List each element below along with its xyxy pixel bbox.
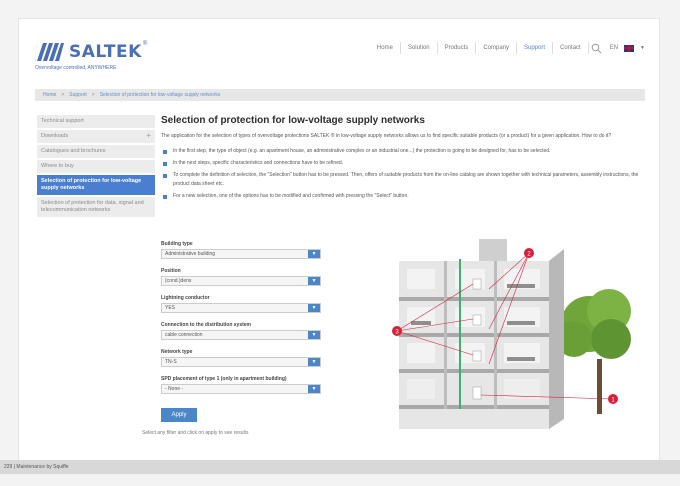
chevron-down-icon[interactable]: ▼ <box>640 45 645 51</box>
expand-icon[interactable]: + <box>146 132 151 140</box>
list-item: For a new selection, one of the options … <box>161 192 645 201</box>
callout-marker-1[interactable]: 1 <box>608 394 618 404</box>
sidebar-item-technical-support[interactable]: Technical support <box>37 115 155 128</box>
nav-home[interactable]: Home <box>370 42 401 54</box>
lightning-conductor-field: Lightning conductor YES ▼ <box>161 295 321 313</box>
spd-placement-field: SPD placement of type 1 (only in apartme… <box>161 376 321 394</box>
breadcrumb-current: Selection of protection for low-voltage … <box>99 92 221 98</box>
select-value: TN-S <box>165 359 177 365</box>
select-value: - None - <box>165 386 184 392</box>
building-type-select[interactable]: Administrative building ▼ <box>161 249 321 259</box>
connection-select[interactable]: cable connection ▼ <box>161 330 321 340</box>
nav-contact[interactable]: Contact <box>553 42 589 54</box>
select-value: cable connection <box>165 332 203 338</box>
tree-image <box>556 289 631 414</box>
page-background: SALTEK ® Overvoltage controlled, ANYWHER… <box>0 0 680 486</box>
sidebar: Technical support Downloads + Catalogues… <box>37 115 155 219</box>
results-hint: Select any filter and click on apply to … <box>142 430 249 436</box>
sidebar-item-where-to-buy[interactable]: Where to buy <box>37 160 155 173</box>
logo-mark-icon <box>37 43 64 61</box>
callout-marker-3[interactable]: 3 <box>392 326 402 336</box>
browser-page: SALTEK ® Overvoltage controlled, ANYWHER… <box>18 18 660 466</box>
list-item: In the first step, the type of object (e… <box>161 147 645 156</box>
building-type-field: Building type Administrative building ▼ <box>161 241 321 259</box>
breadcrumb: Home > Support > Selection of protection… <box>35 89 645 101</box>
field-label: Lightning conductor <box>161 295 210 301</box>
language-selector[interactable]: EN <box>610 45 618 51</box>
select-value: (cond.)dens <box>165 278 192 284</box>
field-label: Position <box>161 268 181 274</box>
position-select[interactable]: (cond.)dens ▼ <box>161 276 321 286</box>
field-label: Building type <box>161 241 193 247</box>
field-label: Network type <box>161 349 193 355</box>
select-value: YES <box>165 305 176 311</box>
list-item: In the next steps, specific characterist… <box>161 159 645 168</box>
sidebar-item-data-signal[interactable]: Selection of protection for data, signal… <box>37 197 155 217</box>
instruction-list: In the first step, the type of object (e… <box>161 147 645 201</box>
callout-marker-2[interactable]: 2 <box>524 248 534 258</box>
nav-products[interactable]: Products <box>438 42 477 54</box>
breadcrumb-home[interactable]: Home <box>43 92 56 98</box>
apply-button[interactable]: Apply <box>161 408 197 422</box>
spd-placement-select[interactable]: - None - ▼ <box>161 384 321 394</box>
breadcrumb-separator: > <box>61 92 65 98</box>
network-type-field: Network type TN-S ▼ <box>161 349 321 367</box>
main-navigation: Home Solution Products Company Support C… <box>370 41 645 55</box>
chevron-down-icon: ▼ <box>308 331 320 339</box>
main-content: Selection of protection for low-voltage … <box>161 115 645 204</box>
sidebar-item-downloads[interactable]: Downloads + <box>37 130 155 143</box>
sidebar-item-low-voltage[interactable]: Selection of protection for low-voltage … <box>37 175 155 195</box>
network-type-select[interactable]: TN-S ▼ <box>161 357 321 367</box>
breadcrumb-separator: > <box>91 92 95 98</box>
trademark-symbol: ® <box>142 41 148 47</box>
field-label: Connection to the distribution system <box>161 322 252 328</box>
brand-tagline: Overvoltage controlled, ANYWHERE <box>35 65 117 71</box>
saltek-logo[interactable]: SALTEK ® <box>35 41 147 63</box>
lightning-conductor-select[interactable]: YES ▼ <box>161 303 321 313</box>
chevron-down-icon: ▼ <box>308 385 320 393</box>
footer: 229 | Maintenance by Squiffe <box>0 460 680 474</box>
breadcrumb-support[interactable]: Support <box>69 92 87 98</box>
chevron-down-icon: ▼ <box>308 277 320 285</box>
search-icon[interactable] <box>591 43 602 54</box>
nav-support[interactable]: Support <box>517 42 554 54</box>
building-illustration: 3 2 1 <box>392 239 631 429</box>
position-field: Position (cond.)dens ▼ <box>161 268 321 286</box>
field-label: SPD placement of type 1 (only in apartme… <box>161 376 287 382</box>
nav-company[interactable]: Company <box>476 42 517 54</box>
selection-form: Building type Administrative building ▼ … <box>161 241 321 422</box>
intro-paragraph: The application for the selection of typ… <box>161 133 612 139</box>
uk-flag-icon[interactable] <box>624 44 635 52</box>
brand-name: SALTEK <box>69 42 142 62</box>
connection-field: Connection to the distribution system ca… <box>161 322 321 340</box>
building-cutaway <box>399 239 564 429</box>
chevron-down-icon: ▼ <box>308 250 320 258</box>
chevron-down-icon: ▼ <box>308 304 320 312</box>
list-item: To complete the definition of selection,… <box>161 171 645 189</box>
nav-solution[interactable]: Solution <box>401 42 438 54</box>
select-value: Administrative building <box>165 251 216 257</box>
sidebar-item-catalogues[interactable]: Catalogues and brochures <box>37 145 155 158</box>
sidebar-item-label: Downloads <box>41 133 69 139</box>
chevron-down-icon: ▼ <box>308 358 320 366</box>
page-title: Selection of protection for low-voltage … <box>161 115 425 126</box>
